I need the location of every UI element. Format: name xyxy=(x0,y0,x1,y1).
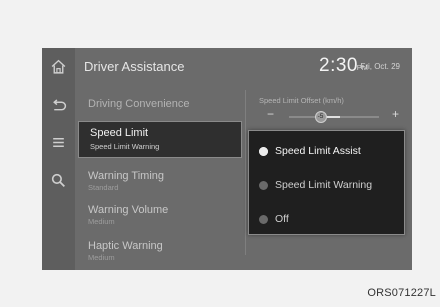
offset-slider-fill xyxy=(326,116,340,118)
back-icon[interactable] xyxy=(50,98,67,115)
radio-selected-icon[interactable] xyxy=(259,147,268,156)
menu-item-label: Driving Convenience xyxy=(88,98,190,110)
clock-time: 2:30 xyxy=(319,55,358,76)
menu-item-speed-limit[interactable]: Speed Limit Speed Limit Warning xyxy=(78,121,242,158)
offset-stepper[interactable]: − -5 + xyxy=(259,107,399,124)
menu-item-haptic-warning[interactable]: Haptic Warning Medium xyxy=(88,240,163,262)
figure-code: ORS071227L xyxy=(367,287,436,299)
menu-item-label: Warning Volume xyxy=(88,204,169,216)
menu-item-value: Medium xyxy=(88,217,115,226)
offset-slider-track[interactable]: -5 xyxy=(289,111,379,123)
status-bar: Driver Assistance 2:30 PM Fri, Oct. 29 xyxy=(75,48,412,86)
menu-item-label: Warning Timing xyxy=(88,170,165,182)
menu-item-label: Speed Limit xyxy=(90,127,149,139)
menu-item-value: Speed Limit Warning xyxy=(90,142,160,151)
divider xyxy=(245,90,246,255)
page-title: Driver Assistance xyxy=(84,59,185,74)
radio-unselected-icon[interactable] xyxy=(259,215,268,224)
option-label: Off xyxy=(275,213,289,225)
minus-button[interactable]: − xyxy=(267,107,274,121)
menu-item-driving-convenience[interactable]: Driving Convenience xyxy=(88,98,190,110)
menu-icon[interactable] xyxy=(50,134,67,151)
menu-item-value: Medium xyxy=(88,253,115,262)
menu-item-label: Haptic Warning xyxy=(88,240,163,252)
speed-limit-options-popup: Speed Limit Assist Speed Limit Warning O… xyxy=(248,130,405,235)
side-rail xyxy=(42,48,75,270)
option-label: Speed Limit Warning xyxy=(275,179,373,191)
option-label: Speed Limit Assist xyxy=(275,145,361,157)
settings-menu: Driving Convenience Warning Timing Stand… xyxy=(75,86,240,270)
radio-unselected-icon[interactable] xyxy=(259,181,268,190)
offset-label: Speed Limit Offset (km/h) xyxy=(259,96,344,105)
search-icon[interactable] xyxy=(50,172,67,189)
infotainment-screen: Driver Assistance 2:30 PM Fri, Oct. 29 D… xyxy=(42,48,412,270)
home-icon[interactable] xyxy=(50,58,67,75)
menu-item-warning-timing[interactable]: Warning Timing Standard xyxy=(88,170,164,192)
clock-date: Fri, Oct. 29 xyxy=(360,62,400,71)
offset-slider-knob[interactable]: -5 xyxy=(314,111,327,123)
plus-button[interactable]: + xyxy=(392,107,399,121)
menu-item-warning-volume[interactable]: Warning Volume Medium xyxy=(88,204,168,226)
menu-item-value: Standard xyxy=(88,183,119,192)
